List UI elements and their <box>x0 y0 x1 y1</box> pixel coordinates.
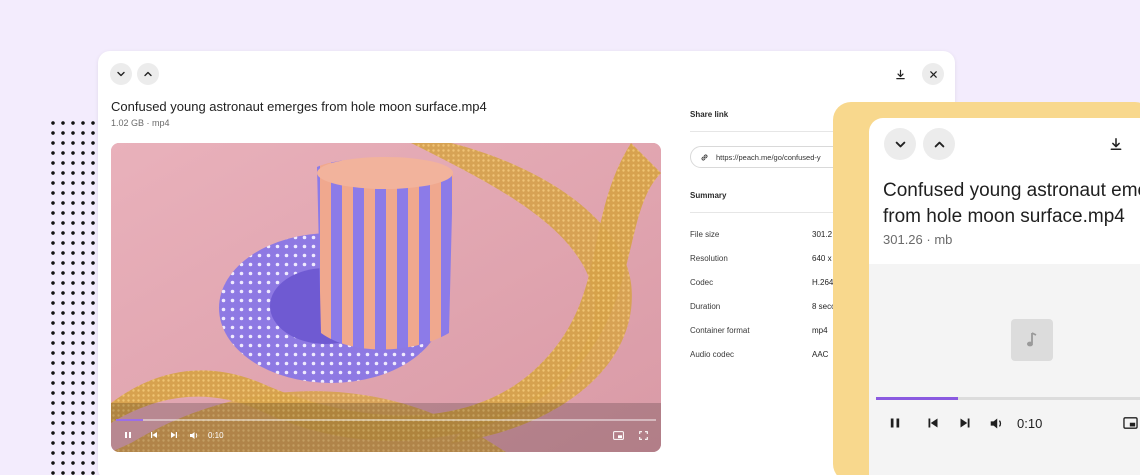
summary-row-value: 301.2 <box>812 230 833 239</box>
audio-progress-bar[interactable] <box>876 397 1140 400</box>
chevron-down-icon <box>895 141 905 147</box>
summary-row-label: File size <box>690 230 720 239</box>
close-icon <box>929 70 937 78</box>
picture-in-picture-icon <box>612 430 624 440</box>
chevron-down-icon <box>117 71 125 77</box>
previous-file-button[interactable] <box>110 63 132 85</box>
next-file-button[interactable] <box>923 128 955 160</box>
volume-icon <box>190 431 198 439</box>
volume-icon <box>990 417 1001 429</box>
download-icon <box>1110 137 1122 151</box>
audio-player: 0:10 <box>869 264 1140 475</box>
pause-button[interactable] <box>887 414 903 432</box>
video-player[interactable]: 0:10 <box>111 143 661 452</box>
skip-forward-button[interactable] <box>957 414 973 432</box>
summary-row-label: Codec <box>690 278 714 287</box>
summary-row-value: AAC <box>812 350 829 359</box>
file-preview-panel: Confused young astronaut emerges from ho… <box>98 51 955 475</box>
summary-row-value: H.264 <box>812 278 834 287</box>
picture-in-picture-button[interactable] <box>1121 414 1139 432</box>
download-icon <box>895 69 905 79</box>
next-file-button[interactable] <box>137 63 159 85</box>
fullscreen-button[interactable] <box>636 427 650 443</box>
summary-row-label: Duration <box>690 302 721 311</box>
fullscreen-icon <box>638 430 648 440</box>
video-frame <box>111 143 661 452</box>
skip-forward-icon <box>171 432 177 438</box>
file-title-line: Confused young astronaut emer <box>883 180 1140 201</box>
pause-button[interactable] <box>121 427 135 443</box>
file-title: Confused young astronaut emerges from ho… <box>111 99 487 114</box>
audio-thumbnail <box>1011 319 1053 361</box>
file-title: Confused young astronaut emer from hole … <box>883 178 1140 230</box>
summary-row-label: Container format <box>690 326 750 335</box>
skip-back-button[interactable] <box>147 427 161 443</box>
previous-file-button[interactable] <box>884 128 916 160</box>
link-icon <box>701 154 708 160</box>
music-note-icon <box>1027 332 1037 347</box>
video-progress-fill <box>116 419 143 421</box>
file-meta: 1.02 GB · mp4 <box>111 118 170 128</box>
volume-button[interactable] <box>987 414 1005 432</box>
skip-forward-icon <box>960 418 970 428</box>
picture-in-picture-button[interactable] <box>611 427 625 443</box>
share-link-url: https://peach.me/go/confused-y <box>716 152 821 162</box>
video-progress-bar[interactable] <box>116 419 656 421</box>
video-time: 0:10 <box>208 430 224 440</box>
download-button[interactable] <box>1105 133 1127 155</box>
chevron-up-icon <box>934 141 944 147</box>
audio-progress-fill <box>876 397 959 400</box>
chevron-up-icon <box>144 71 152 77</box>
download-button[interactable] <box>889 63 911 85</box>
share-link-label: Share link <box>690 110 729 119</box>
summary-row-label: Resolution <box>690 254 728 263</box>
file-meta: 301.26 · mb <box>883 232 953 247</box>
file-title-line: from hole moon surface.mp4 <box>883 206 1125 227</box>
skip-back-button[interactable] <box>925 414 941 432</box>
close-button[interactable] <box>922 63 944 85</box>
dot-pattern-decoration <box>48 118 100 475</box>
summary-row-value: mp4 <box>812 326 828 335</box>
volume-button[interactable] <box>187 427 201 443</box>
skip-back-icon <box>151 432 157 438</box>
summary-row-label: Audio codec <box>690 350 735 359</box>
skip-forward-button[interactable] <box>167 427 181 443</box>
summary-label: Summary <box>690 191 727 200</box>
mobile-preview-panel: Confused young astronaut emer from hole … <box>869 118 1140 475</box>
summary-row-value: 640 x <box>812 254 832 263</box>
skip-back-icon <box>928 418 938 428</box>
picture-in-picture-icon <box>1122 417 1138 429</box>
audio-time: 0:10 <box>1017 415 1043 431</box>
pause-icon <box>890 418 900 428</box>
pause-icon <box>125 432 131 438</box>
